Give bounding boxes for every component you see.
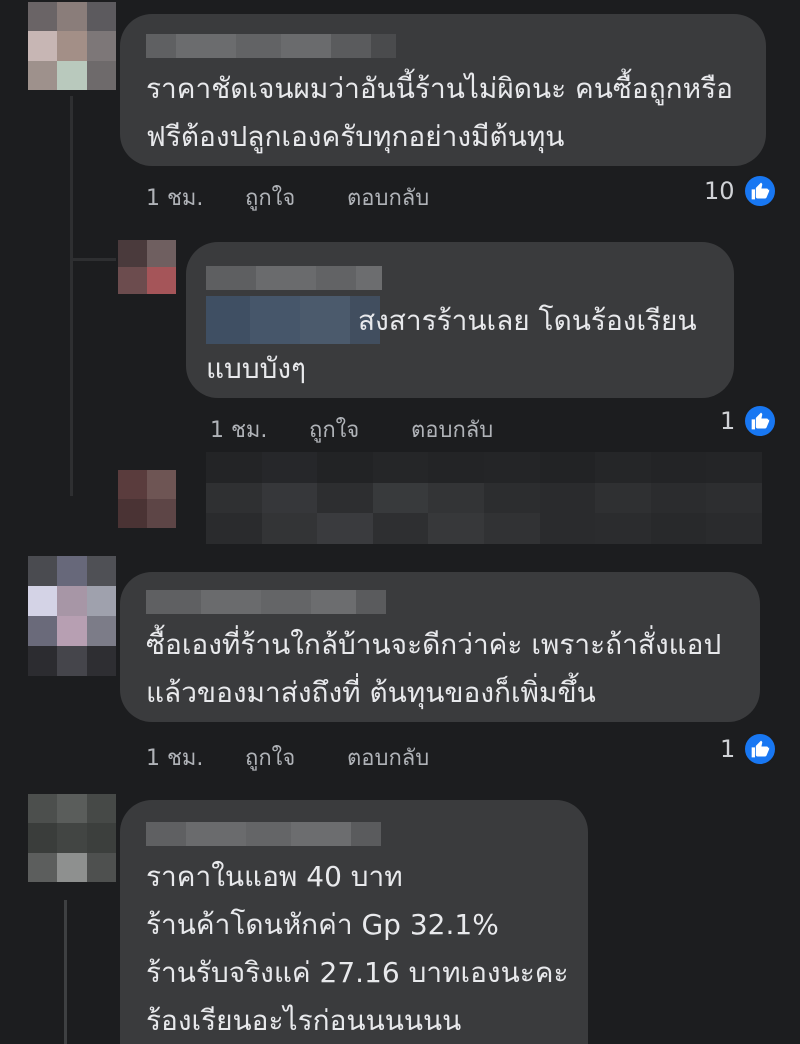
avatar[interactable]	[28, 2, 116, 90]
comment-text-line: ร้านรับจริงแค่ 27.16 บาทเองนะคะ	[146, 956, 569, 989]
reaction-count-number: 10	[704, 177, 735, 205]
comment-text-line: ร้องเรียนอะไรก่อนนนนนน	[146, 1004, 462, 1037]
reply-button[interactable]: ตอบกลับ	[347, 740, 429, 775]
comment-text-line: ร้านค้าโดนหักค่า Gp 32.1%	[146, 908, 499, 941]
reaction-count-number: 1	[720, 407, 736, 435]
reply-button[interactable]: ตอบกลับ	[411, 412, 493, 447]
comment-thread: ราคาชัดเจนผมว่าอันนี้ร้านไม่ผิดนะ คนซื้อ…	[0, 0, 800, 1044]
like-button[interactable]: ถูกใจ	[309, 412, 404, 447]
timestamp: 1 ชม.	[210, 418, 268, 443]
thread-line	[70, 96, 73, 496]
timestamp: 1 ชม.	[146, 186, 204, 211]
timestamp: 1 ชม.	[146, 746, 204, 771]
avatar[interactable]	[28, 794, 116, 882]
comment-meta: 1 ชม. ถูกใจ ตอบกลับ	[146, 740, 429, 775]
censored-reply	[206, 452, 762, 544]
comment-text-line: สงสารร้านเลย โดนร้องเรียน	[358, 304, 697, 337]
like-button[interactable]: ถูกใจ	[245, 180, 340, 215]
avatar[interactable]	[118, 240, 176, 294]
reaction-count[interactable]: 1	[720, 404, 778, 438]
comment-meta: 1 ชม. ถูกใจ ตอบกลับ	[210, 412, 493, 447]
comment-meta: 1 ชม. ถูกใจ ตอบกลับ	[146, 180, 429, 215]
avatar[interactable]	[28, 556, 116, 676]
comment-text-line: แบบบังๆ	[206, 352, 307, 385]
like-button[interactable]: ถูกใจ	[245, 740, 340, 775]
comment-text-line: ฟรีต้องปลูกเองครับทุกอย่างมีต้นทุน	[146, 120, 565, 153]
comment-text-line: ราคาในแอพ 40 บาท	[146, 860, 403, 893]
thumbs-up-icon	[742, 174, 777, 208]
commenter-name[interactable]	[146, 34, 396, 58]
thread-connector	[70, 258, 116, 261]
commenter-name[interactable]	[146, 590, 386, 614]
comment-text-line: ซื้อเองที่ร้านใกล้บ้านจะดีกว่าค่ะ เพราะถ…	[146, 628, 722, 661]
comment-text-line: ราคาชัดเจนผมว่าอันนี้ร้านไม่ผิดนะ คนซื้อ…	[146, 72, 733, 105]
reaction-count-number: 1	[720, 735, 736, 763]
thumbs-up-icon	[743, 732, 778, 766]
reply-button[interactable]: ตอบกลับ	[347, 180, 429, 215]
reaction-count[interactable]: 10	[704, 174, 777, 208]
reaction-count[interactable]: 1	[720, 732, 778, 766]
avatar[interactable]	[118, 470, 176, 528]
mention-tag[interactable]	[206, 296, 380, 344]
thread-line	[64, 900, 67, 1044]
commenter-name[interactable]	[146, 822, 381, 846]
thumbs-up-icon	[743, 404, 778, 438]
commenter-name[interactable]	[206, 266, 382, 290]
comment-text-line: แล้วของมาส่งถึงที่ ต้นทุนของก็เพิ่มขึ้น	[146, 676, 596, 709]
